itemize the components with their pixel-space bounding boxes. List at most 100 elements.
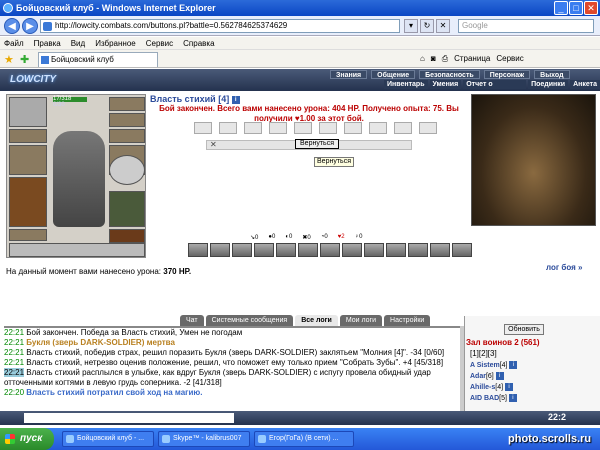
scroll-icon[interactable] xyxy=(269,122,287,134)
print-icon[interactable]: ⎙ xyxy=(442,53,448,65)
ring-slot[interactable] xyxy=(109,129,145,143)
return-button[interactable]: Вернуться xyxy=(295,139,339,149)
taskbar-item-skype[interactable]: Skype™ - kalibrus007 xyxy=(158,431,250,447)
taskbar-item-browser[interactable]: Бойцовский клуб - ... xyxy=(62,431,154,447)
menu-bar: Файл Правка Вид Избранное Сервис Справка xyxy=(0,37,600,50)
skill-icon[interactable] xyxy=(386,243,406,257)
menu-favorites[interactable]: Избранное xyxy=(95,37,136,49)
user-item[interactable]: AID BAD[5] i xyxy=(470,393,517,404)
menu-help[interactable]: Справка xyxy=(183,37,214,49)
menu-view[interactable]: Вид xyxy=(71,37,85,49)
chat-input-bar xyxy=(0,411,600,425)
search-input[interactable]: Google xyxy=(458,19,594,33)
home-icon[interactable]: ⌂ xyxy=(420,53,425,65)
menu-tools[interactable]: Сервис xyxy=(146,37,173,49)
tab-settings[interactable]: Настройки xyxy=(384,315,431,326)
belt-slot[interactable] xyxy=(9,229,47,241)
scroll-icon[interactable] xyxy=(194,122,212,134)
skill-icon[interactable] xyxy=(430,243,450,257)
nav-skills[interactable]: Умения xyxy=(429,80,462,89)
menu-file[interactable]: Файл xyxy=(4,37,24,49)
nav-character[interactable]: Персонаж xyxy=(483,70,531,79)
stat-block: ●0 xyxy=(268,234,276,240)
spell-slots[interactable] xyxy=(9,243,145,257)
nav-exit[interactable]: Выход xyxy=(534,70,570,79)
weapon-slot[interactable] xyxy=(9,145,47,175)
battle-result: Бой закончен. Всего вами нанесено урона:… xyxy=(159,104,459,123)
refresh-button[interactable]: Обновить xyxy=(504,324,544,335)
room-title: Зал воинов 2 (561) xyxy=(466,338,540,347)
battle-log-link[interactable]: лог боя » xyxy=(546,263,582,272)
scroll-icon[interactable] xyxy=(419,122,437,134)
windows-logo-icon xyxy=(5,434,15,444)
skill-icon[interactable] xyxy=(364,243,384,257)
nav-fights[interactable]: Поединки xyxy=(528,80,569,89)
forward-arrow-icon[interactable]: ▶ xyxy=(22,18,38,34)
skill-icon[interactable] xyxy=(276,243,296,257)
favorites-star-icon[interactable]: ★ xyxy=(4,53,14,66)
scroll-icon[interactable] xyxy=(244,122,262,134)
bracers-slot[interactable] xyxy=(9,129,47,143)
scroll-icon[interactable] xyxy=(369,122,387,134)
boots-slot[interactable] xyxy=(109,229,145,243)
user-item[interactable]: A Sistem[4] i xyxy=(470,360,518,371)
skill-icon[interactable] xyxy=(452,243,472,257)
mana-value: 0/30 xyxy=(53,102,65,108)
go-icon[interactable]: ▾ xyxy=(404,19,418,33)
scroll-icon[interactable] xyxy=(344,122,362,134)
opponent-name[interactable]: Власть стихий [4] i xyxy=(150,94,240,104)
add-favorite-icon[interactable]: ✚ xyxy=(20,53,29,66)
tools-menu[interactable]: Сервис xyxy=(496,53,523,65)
skill-icon[interactable] xyxy=(320,243,340,257)
nav-profile[interactable]: Анкета xyxy=(570,80,600,89)
taskbar-item-chat[interactable]: Егор(ГоГа) (В сети) ... xyxy=(254,431,354,447)
tab-system[interactable]: Системные сообщения xyxy=(205,315,294,326)
skill-icon[interactable] xyxy=(342,243,362,257)
user-item[interactable]: Adar[6] i xyxy=(470,371,517,382)
start-button[interactable]: пуск xyxy=(0,428,54,450)
room-pages[interactable]: [1][2][3] xyxy=(470,349,497,358)
scroll-icon[interactable] xyxy=(219,122,237,134)
necklace-slot[interactable] xyxy=(109,113,145,127)
minimize-icon[interactable]: _ xyxy=(554,1,568,15)
rss-icon[interactable]: ◙ xyxy=(431,53,436,65)
scroll-icon[interactable] xyxy=(319,122,337,134)
info-icon[interactable]: i xyxy=(231,95,240,104)
refresh-icon[interactable]: ↻ xyxy=(420,19,434,33)
browser-tab[interactable]: Бойцовский клуб xyxy=(38,52,158,67)
tab-my-logs[interactable]: Мои логи xyxy=(339,315,383,326)
skill-icon[interactable] xyxy=(298,243,318,257)
nav-inventory[interactable]: Инвентарь xyxy=(384,80,428,89)
chat-tabs: Чат Системные сообщения Все логи Мои лог… xyxy=(180,315,431,326)
user-item[interactable]: Ahille-s[4] i xyxy=(470,382,517,393)
tab-all-logs[interactable]: Все логи xyxy=(295,315,338,326)
armor-slot[interactable] xyxy=(9,177,47,227)
shield-slot[interactable] xyxy=(109,155,145,185)
messenger-icon xyxy=(258,435,266,443)
chat-input[interactable] xyxy=(24,413,234,423)
maximize-icon[interactable]: □ xyxy=(569,1,583,15)
page-menu[interactable]: Страница xyxy=(454,53,490,65)
url-field[interactable]: http://lowcity.combats.com/buttons.pl?ba… xyxy=(40,19,400,33)
close-battle-icon[interactable]: ✕ xyxy=(210,140,217,149)
earring-slot[interactable] xyxy=(109,97,145,111)
character-silhouette xyxy=(53,131,105,227)
skill-icon[interactable] xyxy=(232,243,252,257)
nav-transfers[interactable]: Отчет о переводах xyxy=(463,80,527,97)
skill-icon[interactable] xyxy=(188,243,208,257)
helmet-slot[interactable] xyxy=(9,97,47,127)
scroll-icon[interactable] xyxy=(294,122,312,134)
skill-icon[interactable] xyxy=(408,243,428,257)
skill-icon[interactable] xyxy=(210,243,230,257)
tab-chat[interactable]: Чат xyxy=(180,315,204,326)
menu-edit[interactable]: Правка xyxy=(34,37,61,49)
nav-knowledge[interactable]: Знания xyxy=(330,70,368,79)
back-arrow-icon[interactable]: ◀ xyxy=(4,18,20,34)
close-icon[interactable]: ✕ xyxy=(584,1,598,15)
stop-icon[interactable]: ✕ xyxy=(436,19,450,33)
nav-communication[interactable]: Общение xyxy=(371,70,416,79)
pants-slot[interactable] xyxy=(109,191,145,227)
scroll-icon[interactable] xyxy=(394,122,412,134)
skill-icon[interactable] xyxy=(254,243,274,257)
nav-security[interactable]: Безопасность xyxy=(419,70,480,79)
